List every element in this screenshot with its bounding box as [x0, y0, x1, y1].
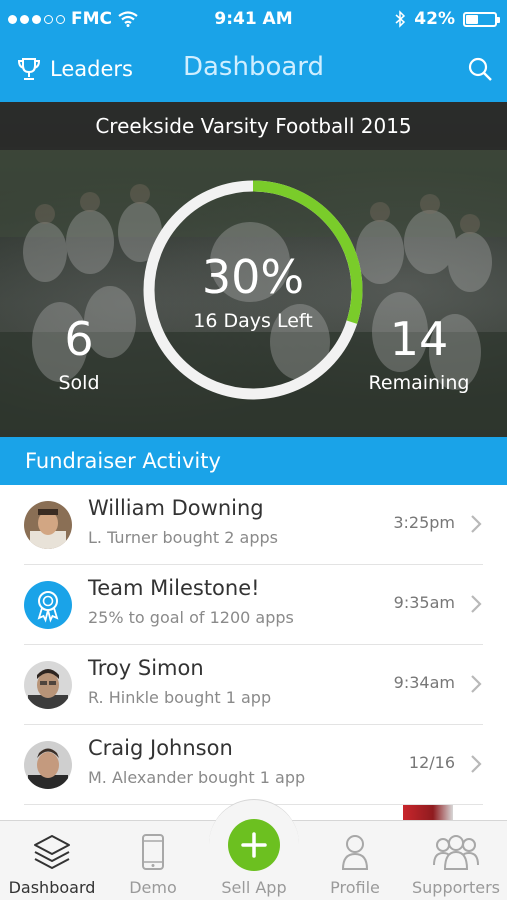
activity-time: 9:35am — [393, 593, 455, 612]
group-icon — [433, 835, 479, 870]
status-bar: FMC 9:41 AM 42% — [0, 0, 507, 40]
search-button[interactable] — [467, 56, 493, 86]
progress-percent: 30% — [201, 250, 305, 304]
sold-count: 6 — [64, 312, 94, 366]
remaining-label: Remaining — [368, 372, 470, 394]
tab-demo[interactable]: Demo — [103, 821, 203, 901]
phone-icon — [142, 834, 164, 870]
chevron-right-icon — [471, 755, 482, 773]
sell-app-button[interactable] — [228, 819, 280, 871]
activity-detail: L. Turner bought 2 apps — [88, 528, 278, 547]
activity-title: Team Milestone! — [88, 576, 260, 600]
activity-title: Craig Johnson — [88, 736, 233, 760]
nav-bar: Leaders Dashboard — [0, 40, 507, 102]
avatar — [24, 661, 72, 709]
battery-icon — [463, 11, 500, 27]
activity-item[interactable]: Troy Simon R. Hinkle bought 1 app 9:34am — [0, 645, 507, 725]
tab-profile-label: Profile — [330, 878, 380, 897]
bluetooth-icon — [395, 10, 406, 28]
activity-item[interactable]: Team Milestone! 25% to goal of 1200 apps… — [0, 565, 507, 645]
activity-time: 9:34am — [393, 673, 455, 692]
battery-percent: 42% — [414, 9, 455, 29]
tab-supporters[interactable]: Supporters — [406, 821, 506, 901]
avatar — [24, 741, 72, 789]
plus-icon — [241, 832, 267, 858]
tab-demo-label: Demo — [129, 878, 177, 897]
leaders-button[interactable]: Leaders — [16, 56, 133, 82]
search-icon — [468, 57, 492, 81]
activity-time: 12/16 — [408, 753, 455, 772]
days-left: 16 Days Left — [193, 310, 313, 332]
sold-label: Sold — [58, 372, 100, 394]
activity-title: William Downing — [88, 496, 264, 520]
tab-sell-app-label: Sell App — [221, 878, 287, 897]
activity-section-header: Fundraiser Activity — [0, 437, 507, 485]
activity-detail: R. Hinkle bought 1 app — [88, 688, 272, 707]
chevron-right-icon — [471, 675, 482, 693]
activity-time: 3:25pm — [393, 513, 455, 532]
activity-detail: M. Alexander bought 1 app — [88, 768, 306, 787]
chevron-right-icon — [471, 595, 482, 613]
activity-title: Troy Simon — [88, 656, 204, 680]
remaining-count: 14 — [389, 312, 449, 366]
tab-dashboard-label: Dashboard — [8, 878, 96, 897]
team-hero: Creekside Varsity Football 2015 30% 16 D… — [0, 102, 507, 437]
trophy-icon — [17, 58, 41, 80]
tab-bar: Dashboard Demo Sell App Profile Supporte… — [0, 799, 507, 901]
activity-detail: 25% to goal of 1200 apps — [88, 608, 294, 627]
activity-item[interactable]: Craig Johnson M. Alexander bought 1 app … — [0, 725, 507, 805]
award-icon — [37, 591, 59, 623]
chevron-right-icon — [471, 515, 482, 533]
person-icon — [341, 835, 369, 870]
layers-icon — [34, 835, 70, 869]
avatar — [24, 501, 72, 549]
activity-item[interactable]: William Downing L. Turner bought 2 apps … — [0, 485, 507, 565]
tab-profile[interactable]: Profile — [305, 821, 405, 901]
activity-list: William Downing L. Turner bought 2 apps … — [0, 485, 507, 835]
tab-dashboard[interactable]: Dashboard — [2, 821, 102, 901]
tab-supporters-label: Supporters — [411, 878, 500, 897]
milestone-badge — [24, 581, 72, 629]
leaders-label: Leaders — [50, 57, 133, 81]
